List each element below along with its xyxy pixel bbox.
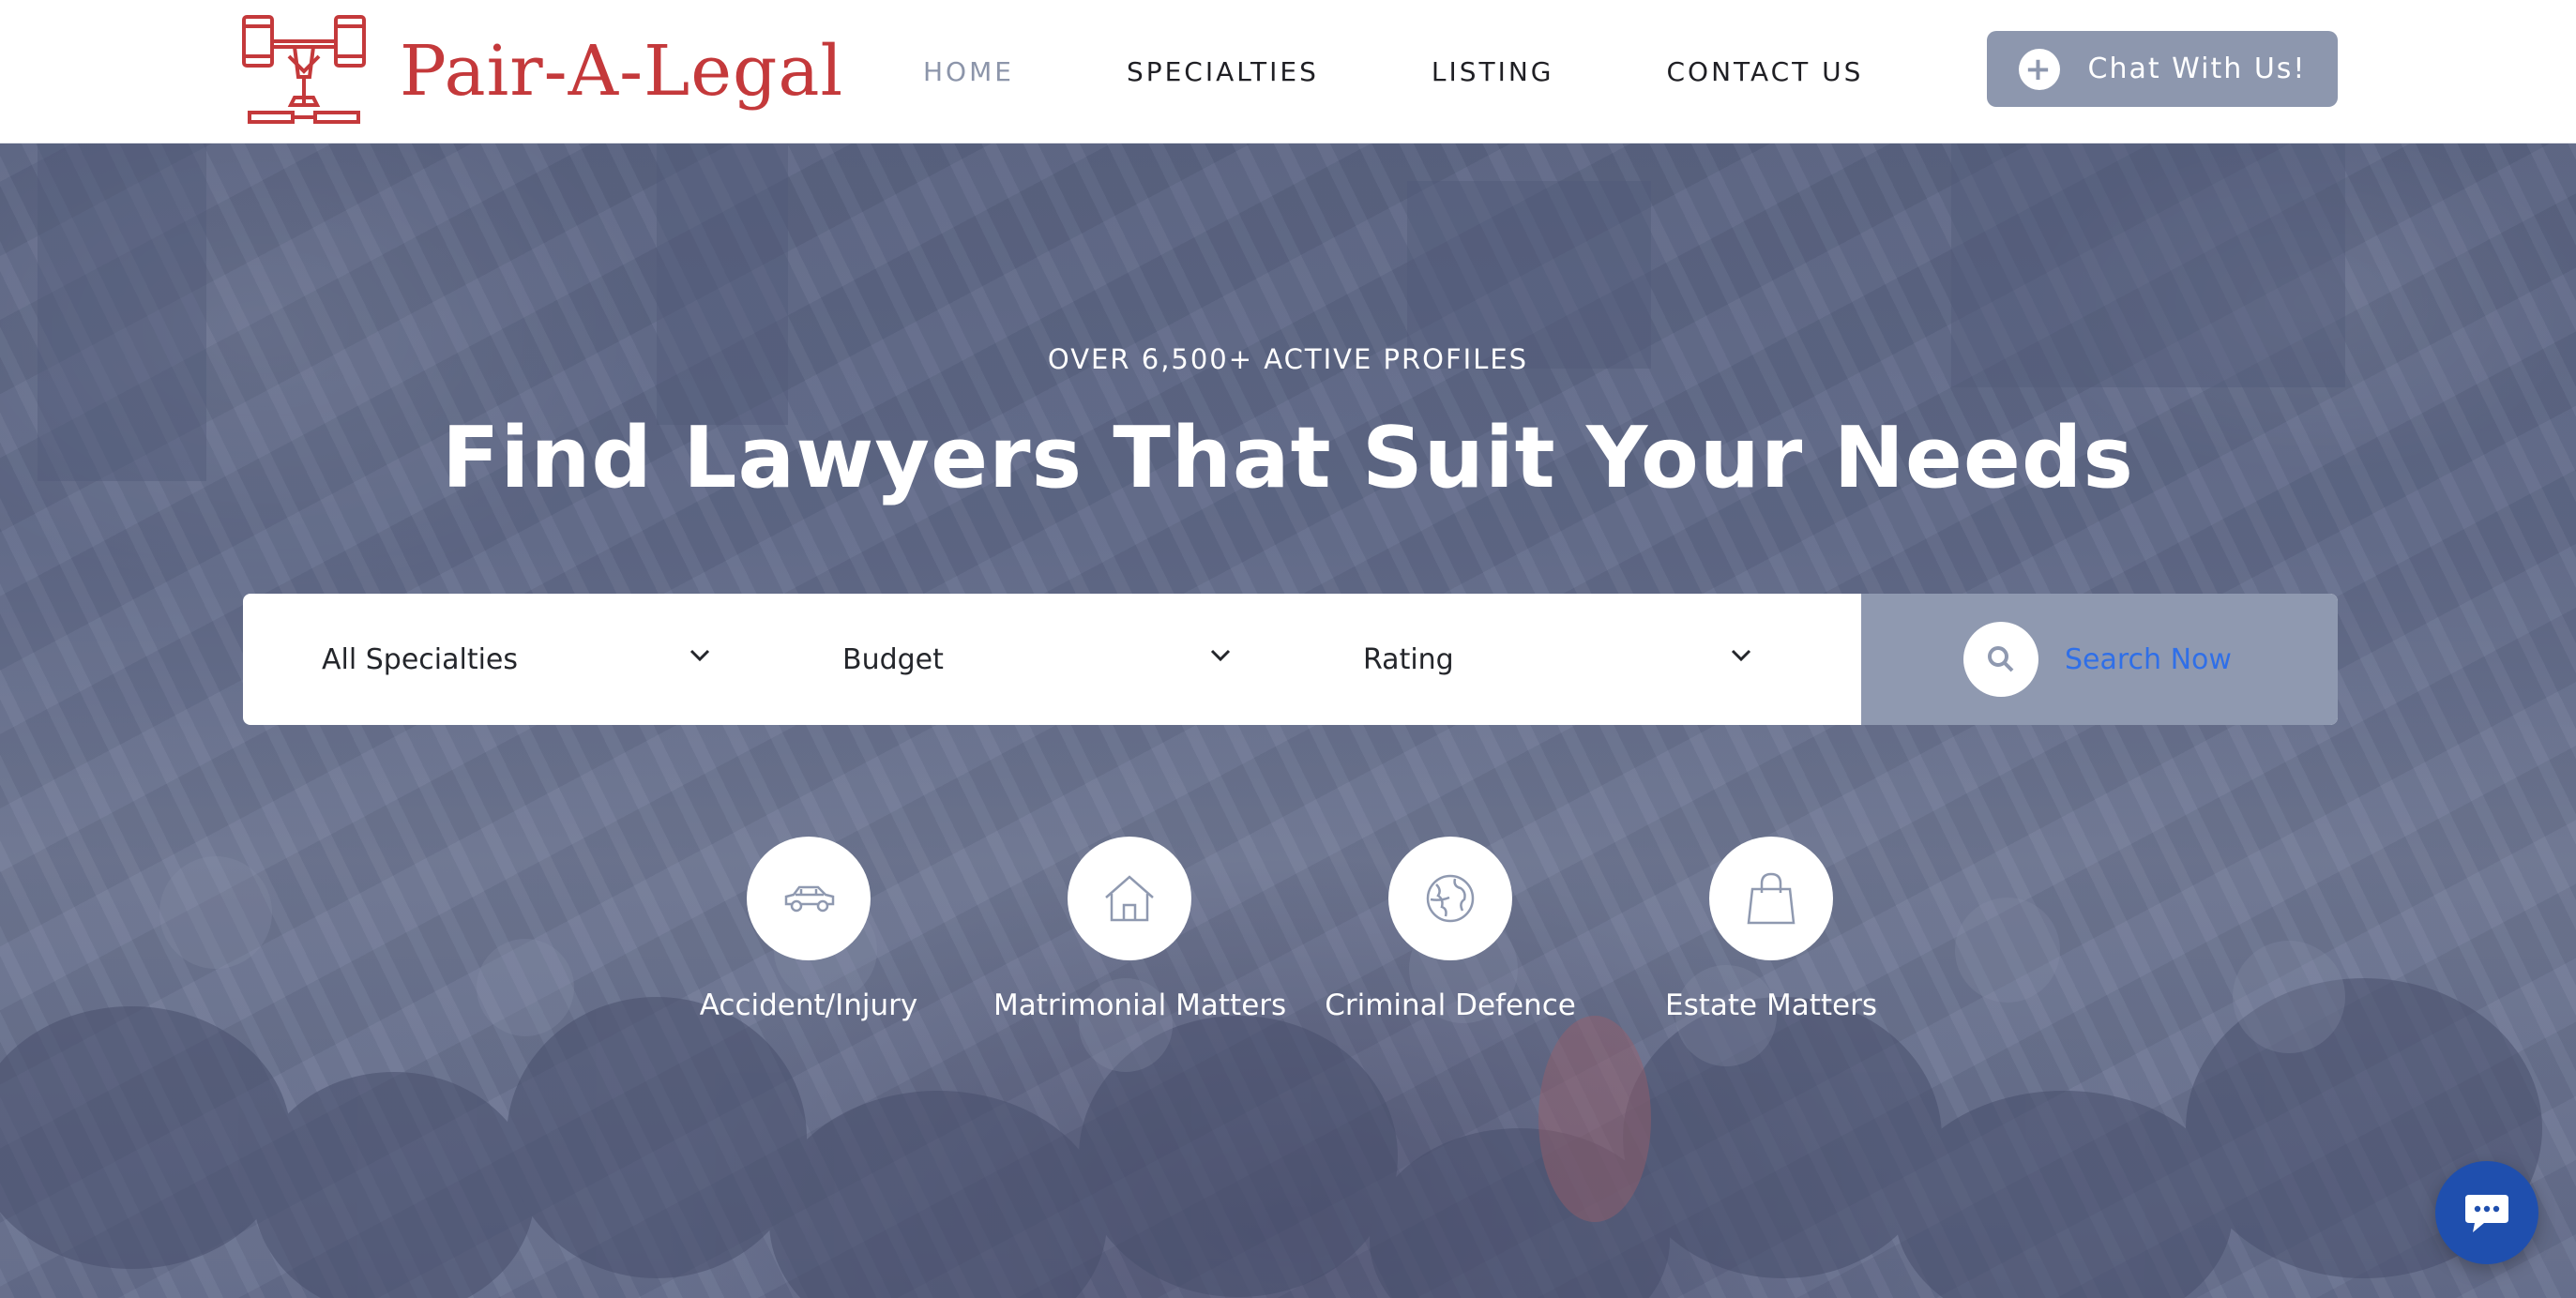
- hero-title: Find Lawyers That Suit Your Needs: [442, 409, 2134, 507]
- category-label: Estate Matters: [1665, 989, 1877, 1022]
- brand-name: Pair-A-Legal: [400, 31, 844, 112]
- globe-icon: [1426, 874, 1475, 923]
- category-badge: [747, 837, 871, 960]
- category-badge: [1068, 837, 1191, 960]
- chevron-down-icon: [1731, 649, 1751, 662]
- profiles-count-eyebrow: OVER 6,500+ ACTIVE PROFILES: [1047, 343, 1529, 375]
- search-now-label: Search Now: [2065, 642, 2232, 676]
- scales-logo-icon: [242, 15, 366, 124]
- search-icon: [1963, 622, 2038, 697]
- nav-specialties[interactable]: SPECIALTIES: [1127, 56, 1319, 87]
- live-chat-launcher[interactable]: [2435, 1161, 2538, 1264]
- shopping-bag-icon: [1747, 872, 1796, 925]
- budget-select[interactable]: Budget: [764, 594, 1284, 725]
- chevron-down-icon: [1210, 649, 1231, 662]
- rating-select[interactable]: Rating: [1284, 594, 1805, 725]
- main-nav: HOME SPECIALTIES LISTING CONTACT US: [923, 0, 1976, 143]
- category-criminal-defence[interactable]: Criminal Defence: [1314, 837, 1586, 1022]
- brand-logo[interactable]: Pair-A-Legal: [240, 11, 843, 131]
- category-label: Accident/Injury: [699, 989, 918, 1022]
- site-header: Pair-A-Legal HOME SPECIALTIES LISTING CO…: [0, 0, 2576, 143]
- plus-icon: +: [2018, 48, 2060, 90]
- search-now-button[interactable]: Search Now: [1861, 594, 2338, 725]
- nav-listing[interactable]: LISTING: [1432, 56, 1554, 87]
- chat-with-us-label: Chat With Us!: [2087, 53, 2307, 85]
- category-estate-matters[interactable]: Estate Matters: [1635, 837, 1907, 1022]
- category-accident-injury[interactable]: Accident/Injury: [673, 837, 945, 1022]
- chevron-down-icon: [689, 649, 710, 662]
- house-icon: [1105, 875, 1154, 922]
- specialty-select-value: All Specialties: [322, 642, 519, 676]
- category-badge: [1388, 837, 1512, 960]
- hero-section: OVER 6,500+ ACTIVE PROFILES Find Lawyers…: [0, 143, 2576, 1298]
- specialty-select[interactable]: All Specialties: [243, 594, 764, 725]
- chat-bubble-icon: [2465, 1195, 2508, 1232]
- nav-home[interactable]: HOME: [923, 56, 1014, 87]
- car-icon: [784, 885, 835, 913]
- category-label: Criminal Defence: [1325, 989, 1576, 1022]
- rating-select-value: Rating: [1363, 642, 1454, 676]
- category-matrimonial-matters[interactable]: Matrimonial Matters: [993, 837, 1287, 1022]
- budget-select-value: Budget: [842, 642, 944, 676]
- category-badge: [1709, 837, 1833, 960]
- chat-with-us-button[interactable]: + Chat With Us!: [1987, 31, 2338, 107]
- nav-contact-us[interactable]: CONTACT US: [1666, 56, 1863, 87]
- lawyer-search-bar: All Specialties Budget Rating Search Now: [243, 594, 2338, 725]
- category-label: Matrimonial Matters: [993, 989, 1287, 1022]
